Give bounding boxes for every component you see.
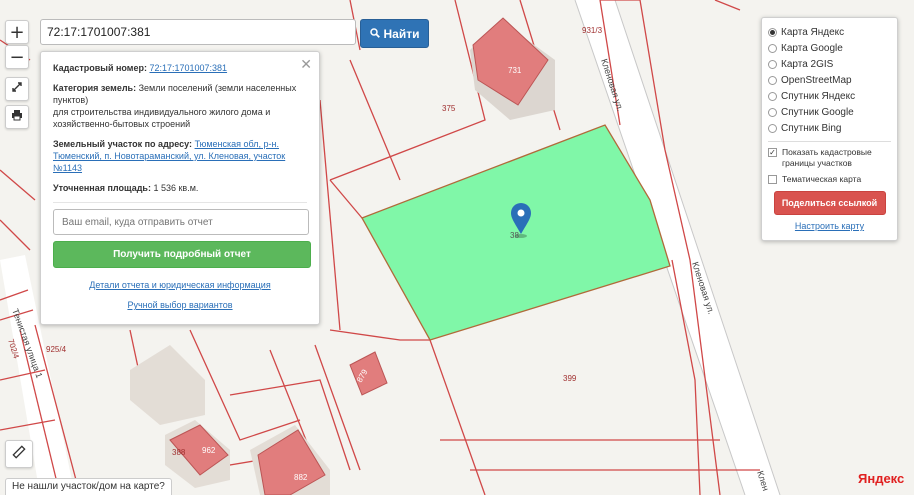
yandex-logo: Яндекс [858, 471, 904, 486]
email-field[interactable] [53, 209, 309, 235]
label-399: 399 [563, 374, 577, 383]
layer-option-google-map[interactable]: Карта Google [768, 40, 891, 56]
radio-icon [768, 123, 777, 133]
radio-icon [768, 107, 777, 117]
manual-choice-link[interactable]: Ручной выбор вариантов [127, 300, 232, 310]
parcel-info-popup: ✕ Кадастровый номер: 72:17:1701007:381 К… [40, 51, 320, 325]
address-label: Земельный участок по адресу: [53, 139, 193, 149]
radio-selected-icon [768, 27, 777, 37]
search-icon [369, 27, 380, 41]
ruler-button[interactable] [5, 440, 33, 468]
thematic-map-label: Тематическая карта [782, 174, 862, 184]
label-962: 962 [202, 446, 216, 455]
label-931: 931/3 [582, 26, 603, 35]
label-731: 731 [508, 66, 522, 75]
radio-icon [768, 43, 777, 53]
area-value: 1 536 кв.м. [153, 183, 199, 193]
expand-icon [11, 80, 23, 98]
label-388: 388 [172, 448, 186, 457]
find-button[interactable]: Найти [360, 19, 429, 48]
label-925: 925/4 [46, 345, 67, 354]
layer-panel: Карта Яндекс Карта Google Карта 2GIS Ope… [761, 17, 898, 241]
layer-label: Карта 2GIS [781, 58, 834, 70]
layer-option-yandex-map[interactable]: Карта Яндекс [768, 24, 891, 40]
layer-option-google-satellite[interactable]: Спутник Google [768, 104, 891, 120]
yandex-logo-text: Яндекс [858, 471, 905, 486]
ruler-icon [12, 444, 26, 464]
layer-label: Спутник Bing [781, 122, 842, 134]
cadastral-label: Кадастровый номер: [53, 63, 147, 73]
thematic-map-checkbox[interactable]: Тематическая карта [768, 174, 891, 184]
show-boundaries-checkbox[interactable]: ✓ Показать кадастровые границы участков [768, 147, 891, 169]
layer-label: Спутник Яндекс [781, 90, 856, 102]
not-found-button[interactable]: Не нашли участок/дом на карте? [5, 478, 172, 495]
area-label: Уточненная площадь: [53, 183, 151, 193]
category-use: для строительства индивидуального жилого… [53, 107, 271, 129]
layer-option-yandex-satellite[interactable]: Спутник Яндекс [768, 88, 891, 104]
category-label: Категория земель: [53, 83, 137, 93]
print-button[interactable] [5, 105, 29, 129]
find-button-label: Найти [383, 26, 420, 41]
zoom-in-button[interactable]: + [5, 20, 29, 44]
get-report-button[interactable]: Получить подробный отчет [53, 241, 311, 268]
search-input[interactable] [40, 19, 356, 45]
layer-label: Карта Яндекс [781, 26, 845, 38]
checkbox-icon [768, 174, 777, 184]
checkmark-icon: ✓ [768, 148, 777, 157]
close-icon[interactable]: ✕ [300, 56, 312, 73]
layer-label: Спутник Google [781, 106, 854, 118]
radio-icon [768, 91, 777, 101]
fullscreen-button[interactable] [5, 77, 29, 101]
printer-icon [11, 108, 23, 126]
radio-icon [768, 59, 777, 69]
layer-label: OpenStreetMap [781, 74, 852, 86]
layer-option-osm[interactable]: OpenStreetMap [768, 72, 891, 88]
layer-label: Карта Google [781, 42, 843, 54]
show-boundaries-label: Показать кадастровые границы участков [782, 147, 872, 168]
share-link-button[interactable]: Поделиться ссылкой [773, 191, 886, 215]
zoom-out-button[interactable]: − [5, 45, 29, 69]
setup-map-link[interactable]: Настроить карту [795, 221, 864, 231]
layer-option-2gis-map[interactable]: Карта 2GIS [768, 56, 891, 72]
radio-icon [768, 75, 777, 85]
label-375: 375 [442, 104, 456, 113]
label-882: 882 [294, 473, 308, 482]
details-link[interactable]: Детали отчета и юридическая информация [89, 280, 270, 290]
label-38: 38 [510, 231, 519, 240]
layer-option-bing-satellite[interactable]: Спутник Bing [768, 120, 891, 136]
cadastral-number-link[interactable]: 72:17:1701007:381 [149, 63, 227, 73]
